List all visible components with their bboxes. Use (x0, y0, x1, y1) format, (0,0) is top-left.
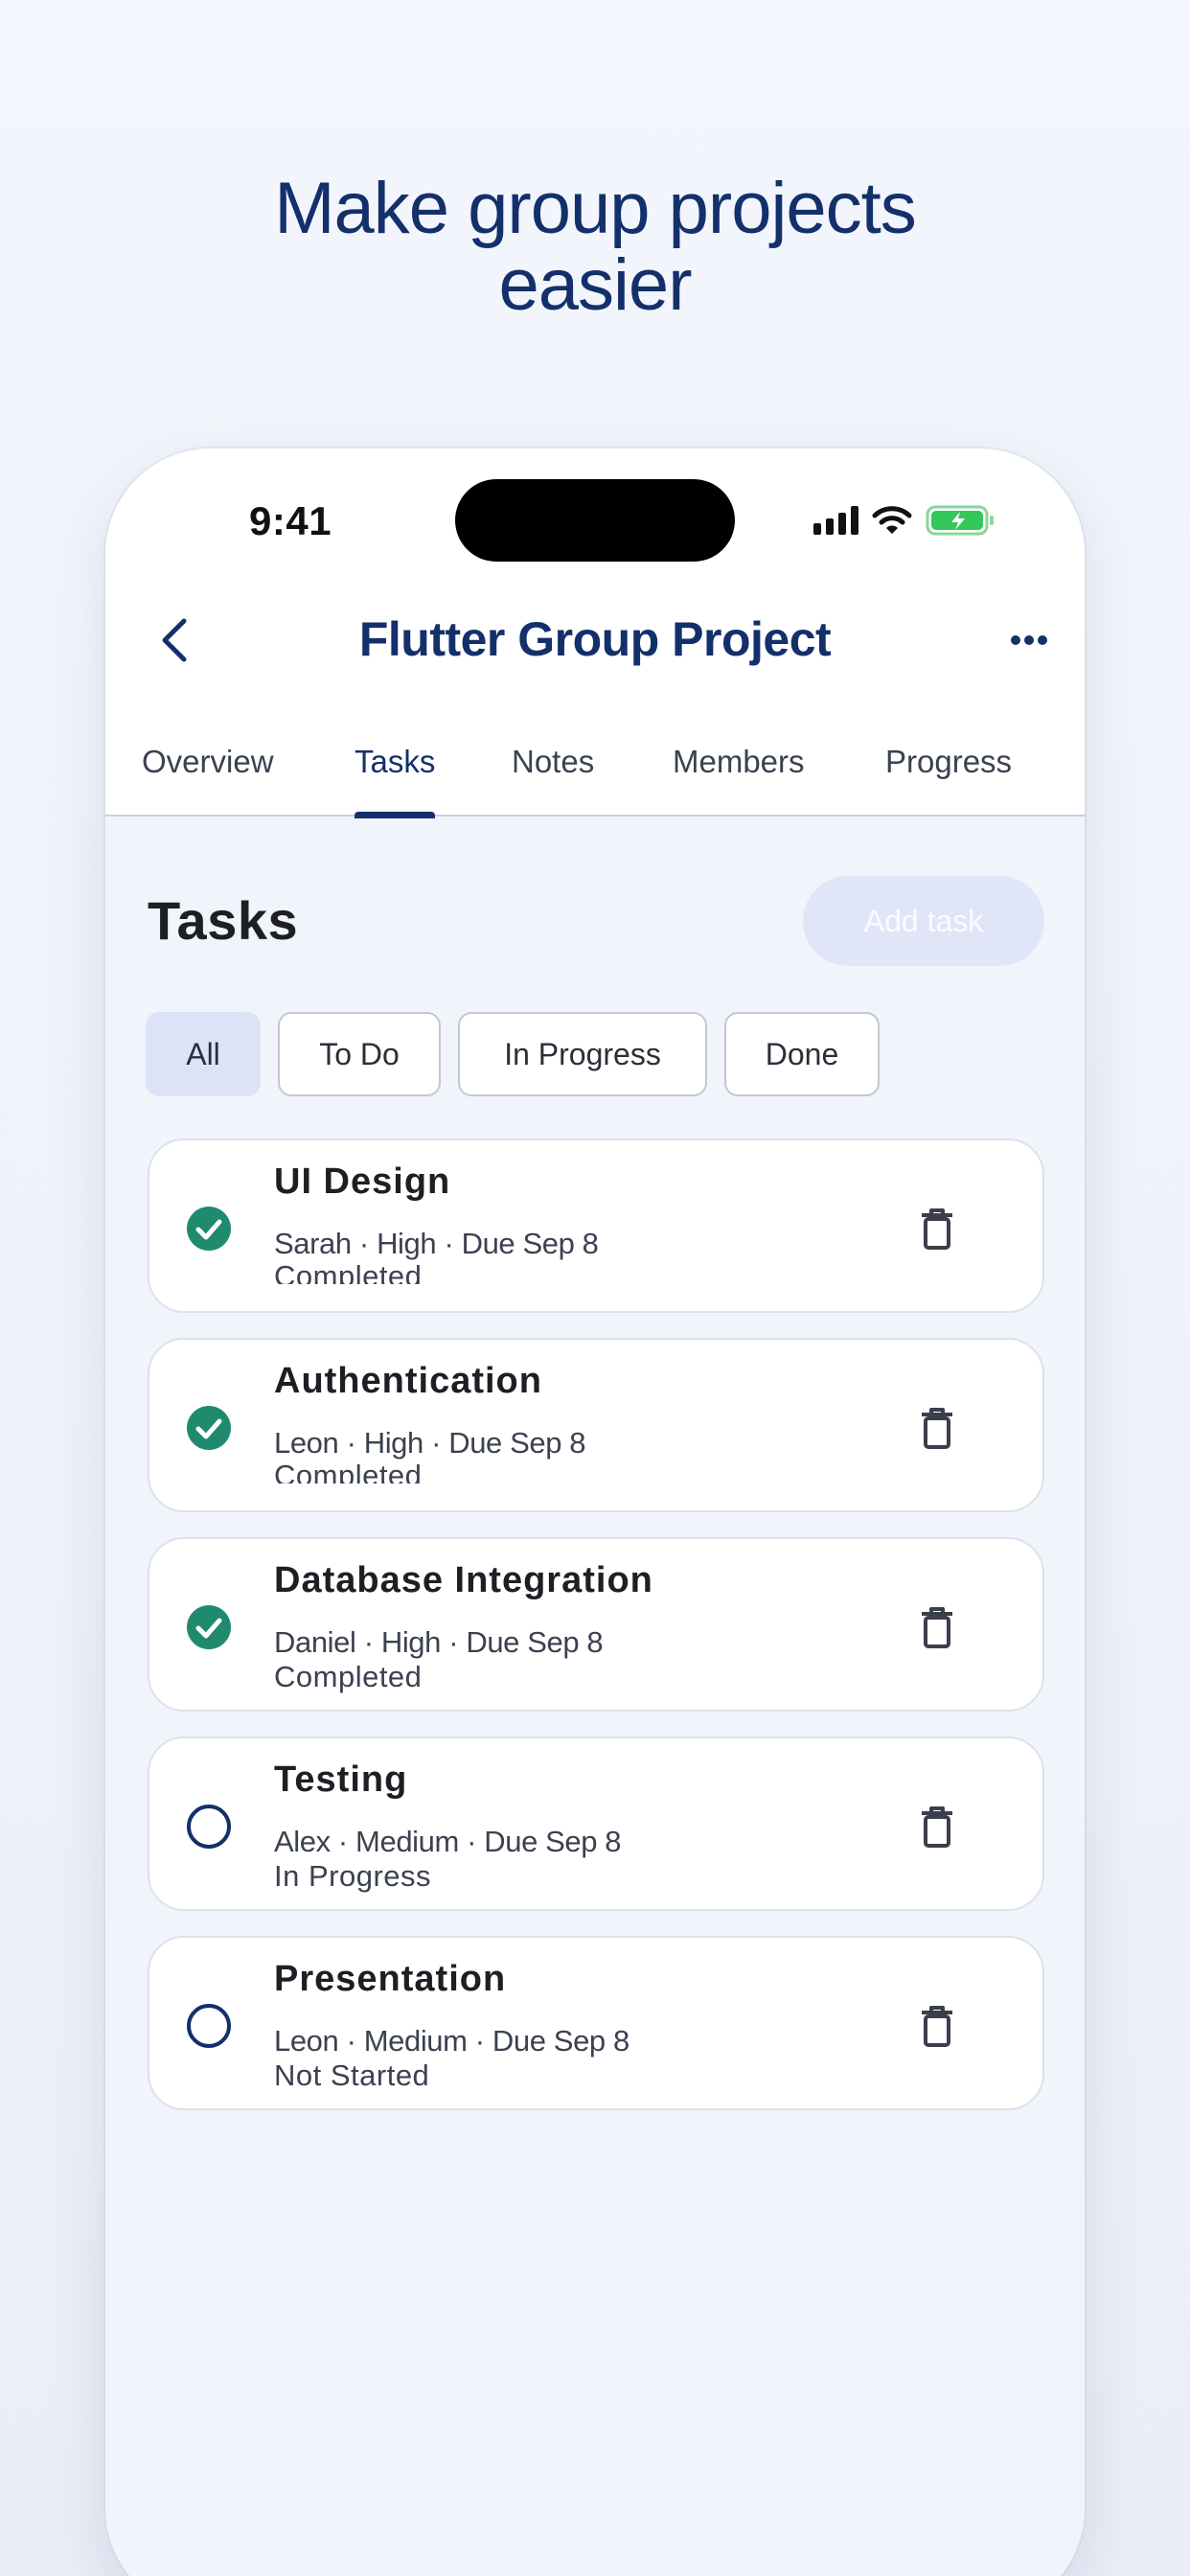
trash-icon (922, 1607, 952, 1648)
status-time: 9:41 (249, 498, 332, 543)
task-meta: Alex · Medium · Due Sep 8 (274, 1825, 622, 1858)
task-title: Testing (274, 1760, 408, 1800)
tab-overview[interactable]: Overview (142, 736, 274, 816)
task-status: Completed (274, 1459, 423, 1484)
marketing-headline: Make group projects easier (0, 171, 1190, 324)
battery-charging-icon (926, 505, 994, 536)
delete-task-button[interactable] (916, 1804, 958, 1850)
task-meta: Sarah · High · Due Sep 8 (274, 1227, 599, 1260)
task-status: Completed (274, 1660, 423, 1693)
task-meta: Leon · High · Due Sep 8 (274, 1426, 586, 1460)
tab-notes[interactable]: Notes (512, 736, 594, 816)
task-card[interactable]: Testing Alex · Medium · Due Sep 8 In Pro… (148, 1736, 1044, 1911)
task-title: UI Design (274, 1162, 451, 1202)
task-card[interactable]: Database Integration Daniel · High · Due… (148, 1537, 1044, 1712)
app-header: 9:41 Flutter Group Project Overview Task… (105, 448, 1085, 818)
page-title: Flutter Group Project (358, 612, 832, 666)
dynamic-island (455, 479, 735, 562)
circle-outline-icon[interactable] (186, 1804, 232, 1850)
task-card[interactable]: Presentation Leon · Medium · Due Sep 8 N… (148, 1936, 1044, 2110)
headline-line-1: Make group projects (274, 168, 917, 249)
task-title: Presentation (274, 1959, 507, 1999)
task-title: Authentication (274, 1361, 542, 1401)
tab-bar: Overview Tasks Notes Members Progress (105, 736, 1085, 818)
filter-to-do[interactable]: To Do (278, 1012, 441, 1096)
task-meta: Daniel · High · Due Sep 8 (274, 1625, 604, 1659)
delete-task-button[interactable] (916, 1604, 958, 1650)
more-horizontal-icon (1011, 635, 1047, 645)
cellular-signal-icon (813, 506, 858, 535)
status-icons (813, 504, 996, 537)
wifi-icon (872, 506, 912, 534)
trash-icon (922, 1408, 952, 1449)
task-card[interactable]: Authentication Leon · High · Due Sep 8 C… (148, 1338, 1044, 1512)
delete-task-button[interactable] (916, 2003, 958, 2049)
task-status: In Progress (274, 1859, 432, 1893)
filter-all[interactable]: All (146, 1012, 261, 1096)
headline-line-2: easier (498, 244, 693, 326)
task-status: Not Started (274, 2058, 430, 2092)
delete-task-button[interactable] (916, 1405, 958, 1451)
add-task-button[interactable]: Add task (803, 876, 1044, 966)
trash-icon (922, 1208, 952, 1250)
task-card[interactable]: UI Design Sarah · High · Due Sep 8 Compl… (148, 1138, 1044, 1313)
phone-frame: 9:41 Flutter Group Project Overview Task… (105, 448, 1085, 2576)
task-meta: Leon · Medium · Due Sep 8 (274, 2024, 629, 2058)
circle-outline-icon[interactable] (186, 2003, 232, 2049)
check-circle-icon[interactable] (186, 1604, 232, 1650)
delete-task-button[interactable] (916, 1206, 958, 1252)
filter-done[interactable]: Done (724, 1012, 880, 1096)
more-button[interactable] (1000, 611, 1058, 669)
tab-tasks[interactable]: Tasks (355, 736, 436, 818)
section-title: Tasks (148, 890, 299, 951)
trash-icon (922, 2006, 952, 2047)
filter-in-progress[interactable]: In Progress (458, 1012, 707, 1096)
task-status: Completed (274, 1259, 423, 1284)
check-circle-icon[interactable] (186, 1206, 232, 1252)
trash-icon (922, 1806, 952, 1848)
task-title: Database Integration (274, 1560, 653, 1600)
tab-progress[interactable]: Progress (885, 736, 1012, 816)
check-circle-icon[interactable] (186, 1405, 232, 1451)
tab-members[interactable]: Members (673, 736, 805, 816)
